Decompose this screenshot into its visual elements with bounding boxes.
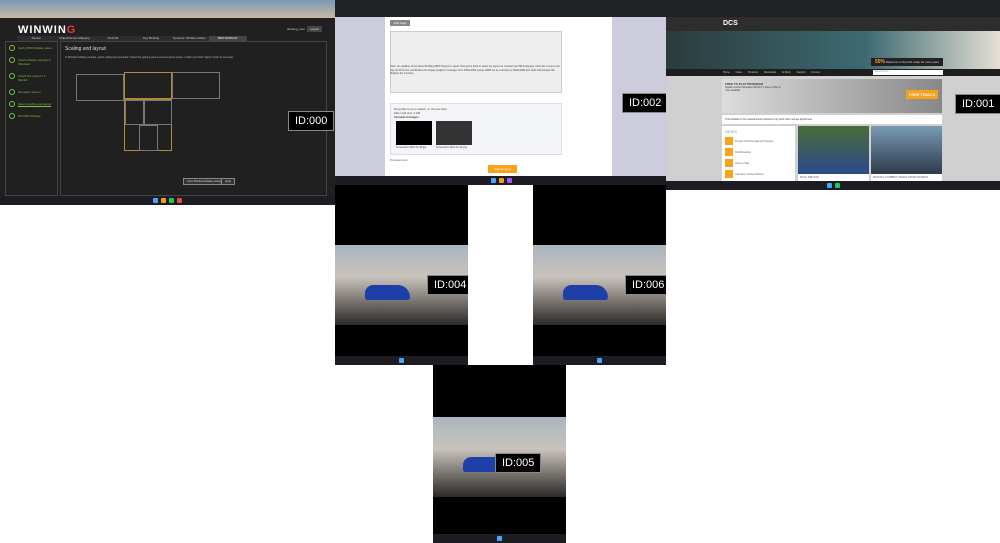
news-panel: NEWS Persian Gulf Reimagined Progress Mu… [722, 126, 795, 182]
logout-button[interactable]: Logout [306, 26, 322, 32]
start-icon[interactable] [826, 183, 832, 188]
browser-chrome [335, 0, 668, 17]
news-item[interactable]: Autumn Sale [725, 159, 792, 167]
taskbar [0, 196, 335, 205]
description: In Windows Display settings, select scal… [65, 56, 234, 59]
open-display-settings-button[interactable]: Open Windows Display settings [183, 178, 227, 185]
taskbar [335, 176, 668, 185]
nav-eshop[interactable]: E-Shop [782, 71, 790, 74]
nav-support[interactable]: Support [797, 71, 806, 74]
app-icon[interactable] [507, 178, 512, 183]
f2p-text: Digital Combat Simulator World 2.7 Free … [725, 86, 781, 92]
taskbar [666, 181, 1000, 190]
preview-toggle[interactable]: Preview topic [390, 158, 408, 162]
mfd-box[interactable] [144, 100, 172, 125]
browser-chrome [666, 0, 1000, 17]
product-card[interactable]: DIGITAL COMBAT SIMULATOR WORLD [871, 126, 942, 182]
uploaded-heading: Uploaded Images [394, 115, 419, 119]
main-nav: Home News Products Downloads E-Shop Supp… [666, 69, 1000, 76]
forum-page: Edit Tags Hello, the addition of the lat… [385, 17, 612, 176]
monitor-box[interactable] [172, 72, 220, 99]
eula-notice[interactable]: This software is for entertainment purpo… [722, 115, 942, 124]
screen-004: ID:004 [335, 185, 468, 365]
step-item-active[interactable]: Select scaling and layout [6, 98, 57, 110]
screen-000: WINWING winwing_user Logout Device Virtu… [0, 0, 335, 205]
start-icon[interactable] [497, 536, 502, 541]
nav-home[interactable]: Home [723, 71, 730, 74]
taskbar [533, 356, 666, 365]
car-image [365, 285, 410, 300]
winwing-logo: WINWING [18, 24, 77, 36]
dcs-logo[interactable]: DCS [723, 20, 738, 27]
page-title: Scaling and layout [65, 46, 106, 52]
nav-news[interactable]: News [736, 71, 742, 74]
app-icon[interactable] [834, 183, 840, 188]
free-to-play-banner[interactable]: FREE TO PLAY PROGRAM Digital Combat Simu… [722, 79, 942, 113]
search-input[interactable]: Search here [873, 70, 943, 75]
screen-001: DCS 50% Discount on the first order for … [666, 0, 1000, 190]
nav-products[interactable]: Products [748, 71, 758, 74]
username: winwing_user [286, 27, 305, 31]
screen-id-label: ID:001 [955, 94, 1000, 114]
news-item[interactable]: Multithreading [725, 148, 792, 156]
taskbar [335, 356, 468, 365]
step-item[interactable]: Set game screen [6, 86, 57, 98]
submit-topic-button[interactable]: Submit Topic [488, 165, 518, 173]
screen-002: Edit Tags Hello, the addition of the lat… [335, 0, 668, 185]
start-icon[interactable] [399, 358, 404, 363]
edit-tags-button[interactable]: Edit Tags [390, 20, 411, 26]
app-icon[interactable] [169, 198, 174, 203]
hero-banner [666, 31, 1000, 69]
screen-005: ID:005 [433, 365, 566, 543]
nav-downloads[interactable]: Downloads [764, 71, 776, 74]
free-trials-button[interactable]: FREE TRIALS [905, 90, 938, 99]
step-item[interactable]: Set MFD Display [6, 110, 57, 122]
monitor-box[interactable] [76, 74, 124, 101]
desktop-icons [0, 0, 335, 18]
mfd-box[interactable] [139, 125, 158, 151]
app-icon[interactable] [499, 178, 504, 183]
news-title: NEWS [725, 129, 737, 134]
step-item[interactable]: Verify MFD Display status [6, 42, 57, 54]
steps-sidebar: Verify MFD Display status Check display … [5, 41, 58, 196]
nav-forums[interactable]: Forums [811, 71, 819, 74]
step-item[interactable]: Check display settings in Windows [6, 54, 57, 70]
taskbar [433, 534, 566, 543]
start-icon[interactable] [491, 178, 496, 183]
step-item[interactable]: Check the setup in 3 Monitor [6, 70, 57, 86]
screen-id-label: ID:004 [427, 275, 468, 295]
app-icon[interactable] [177, 198, 182, 203]
news-item[interactable]: Operation Jubilee Mission [725, 170, 792, 178]
start-icon[interactable] [597, 358, 602, 363]
promo-banner[interactable]: 50% Discount on the first order for new … [870, 58, 943, 66]
screen-id-label: ID:000 [288, 111, 335, 131]
news-item[interactable]: Persian Gulf Reimagined Progress [725, 137, 792, 145]
winwing-app: WINWING winwing_user Logout Device Virtu… [0, 18, 335, 196]
mfd-box[interactable] [125, 100, 144, 125]
product-card[interactable]: DCS: MB-339 [798, 126, 869, 182]
site-header: DCS [666, 17, 1000, 31]
attachment-thumbnail[interactable] [396, 121, 432, 145]
attachments-area[interactable]: Drag files here to attach, or choose fil… [390, 103, 562, 155]
post-body[interactable]: Hello, the addition of the latest WinWin… [390, 65, 560, 76]
screen-id-label: ID:006 [625, 275, 666, 295]
scaling-layout-panel: Scaling and layout In Windows Display se… [60, 41, 327, 196]
monitor-box-selected[interactable] [124, 72, 172, 99]
file-name: Screenshot 2023-12-10.png [436, 146, 467, 149]
car-image [563, 285, 608, 300]
rich-text-editor[interactable] [390, 31, 562, 93]
screen-006: ID:006 [533, 185, 666, 365]
attachment-thumbnail[interactable] [436, 121, 472, 145]
start-icon[interactable] [153, 198, 158, 203]
screen-id-label: ID:002 [622, 93, 668, 113]
apply-button[interactable]: Apply [221, 178, 236, 185]
app-icon[interactable] [161, 198, 166, 203]
file-name: Screenshot 2023-12-08.jpg [396, 146, 427, 149]
screen-id-label: ID:005 [495, 453, 542, 473]
